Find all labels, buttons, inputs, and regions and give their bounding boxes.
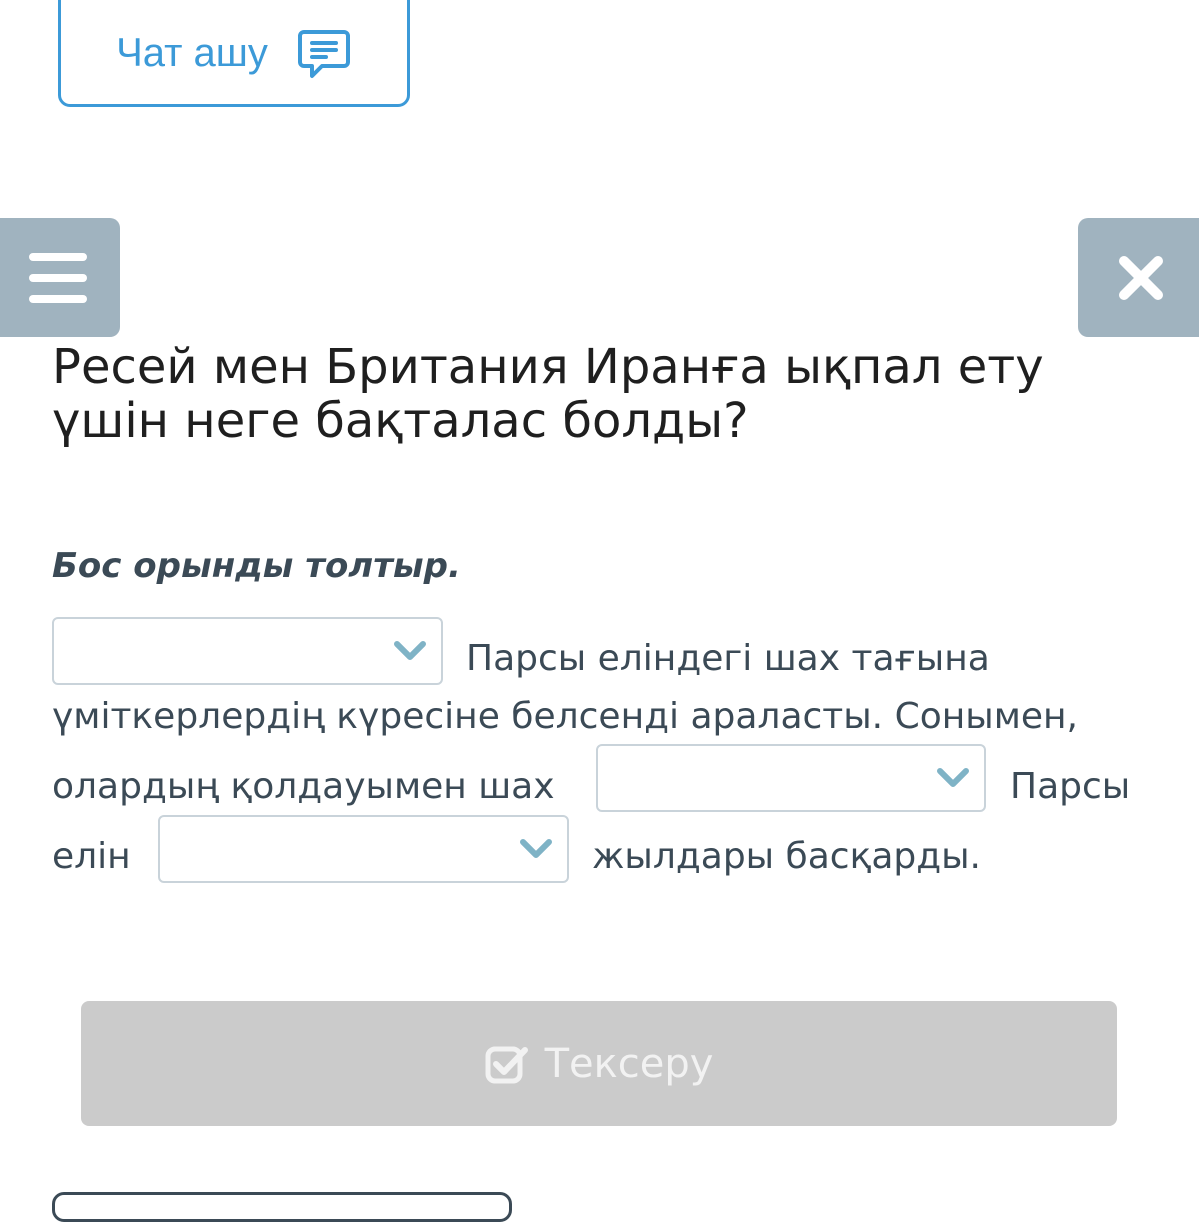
blank-select-2[interactable] bbox=[596, 744, 986, 812]
chevron-down-icon bbox=[937, 768, 969, 787]
passage-segment-1: Парсы еліндегі шах тағына bbox=[466, 638, 990, 679]
chat-bubble-icon bbox=[297, 29, 350, 78]
check-button-label: Тексеру bbox=[544, 1040, 714, 1087]
question-line-2: үшін неге бақталас болды? bbox=[52, 393, 749, 449]
menu-button[interactable] bbox=[0, 218, 120, 337]
close-icon bbox=[1118, 255, 1163, 300]
hamburger-icon bbox=[29, 252, 87, 303]
passage-segment-5: елін bbox=[52, 836, 131, 877]
passage-segment-6: жылдары басқарды. bbox=[592, 836, 982, 877]
passage-segment-2: үміткерлердің күресіне белсенді араласты… bbox=[52, 696, 1078, 737]
passage-segment-3: олардың қолдауымен шах bbox=[52, 766, 555, 807]
instruction-text: Бос орынды толтыр. bbox=[52, 546, 461, 586]
blank-select-3[interactable] bbox=[158, 815, 569, 883]
blank-select-1[interactable] bbox=[52, 617, 443, 685]
passage-segment-4: Парсы bbox=[1010, 766, 1131, 807]
close-button[interactable] bbox=[1078, 218, 1199, 337]
open-chat-label: Чат ашу bbox=[116, 31, 268, 75]
check-square-icon bbox=[485, 1046, 528, 1083]
question-line-1: Ресей мен Британия Иранға ықпал ету bbox=[52, 339, 1044, 395]
check-button[interactable]: Тексеру bbox=[81, 1001, 1117, 1126]
open-chat-button[interactable]: Чат ашу bbox=[58, 0, 410, 107]
question-title: Ресей мен Британия Иранға ықпал ету үшін… bbox=[52, 340, 1162, 448]
chevron-down-icon bbox=[520, 839, 552, 858]
next-button-edge[interactable] bbox=[52, 1192, 512, 1222]
chevron-down-icon bbox=[394, 641, 426, 660]
